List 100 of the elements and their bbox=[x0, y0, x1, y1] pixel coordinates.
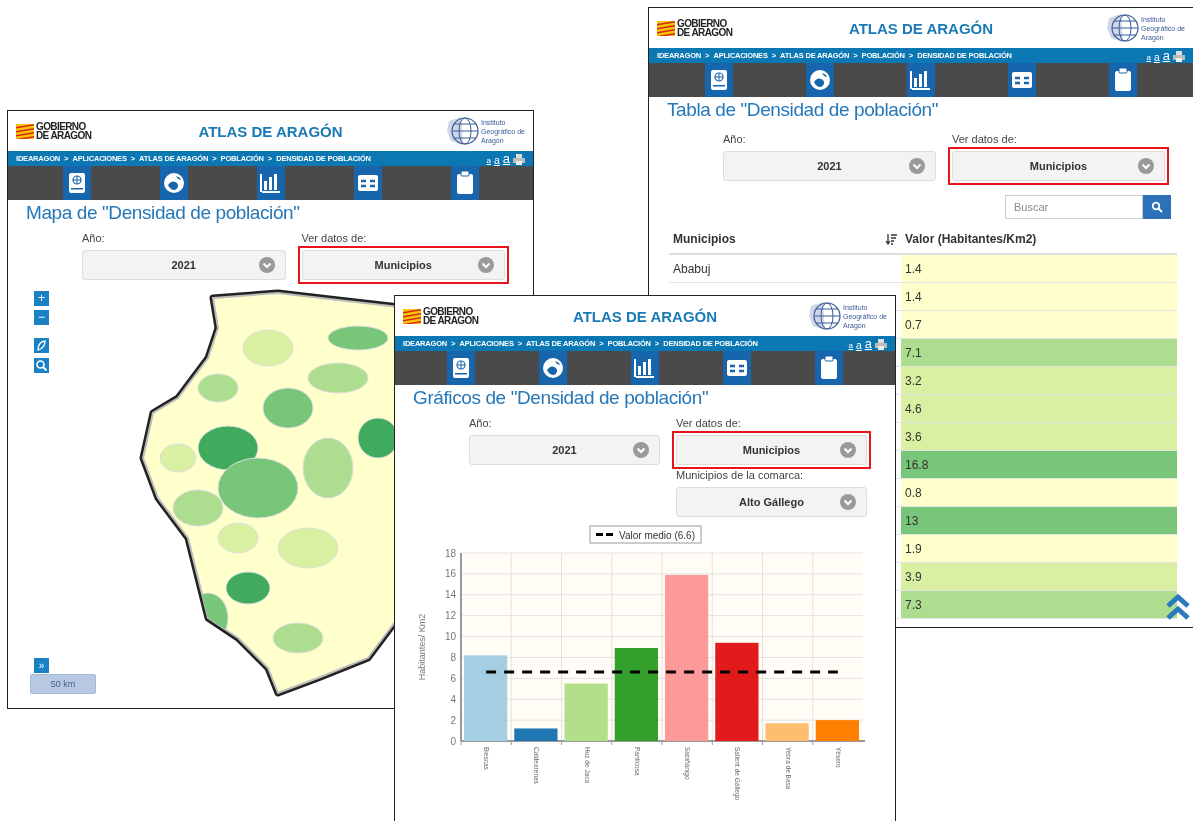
table-cell: 4.6 bbox=[901, 394, 1177, 423]
font-size-link[interactable]: a bbox=[848, 342, 853, 350]
page-title: Tabla de "Densidad de población" bbox=[667, 99, 940, 121]
scale-bar: 50 km bbox=[30, 674, 96, 694]
toolbar-button[interactable] bbox=[256, 166, 285, 200]
legend-label: Valor medio (6.6) bbox=[619, 529, 695, 541]
table-cell: 1.4 bbox=[901, 282, 1177, 311]
field-label: Año: bbox=[82, 232, 106, 244]
search-field[interactable]: Buscar bbox=[1005, 195, 1143, 219]
toolbar-button[interactable] bbox=[631, 351, 659, 385]
data-level-dropdown[interactable]: Municipios bbox=[301, 250, 505, 280]
y-tick-label: 18 bbox=[444, 547, 456, 559]
table-cell: 1.9 bbox=[901, 534, 1177, 563]
field-label: Año: bbox=[723, 133, 747, 145]
government-logo-text: GOBIERNO DE ARAGON bbox=[36, 122, 92, 140]
globe-logo-icon bbox=[807, 300, 841, 332]
chevron-down-icon bbox=[840, 494, 856, 510]
table-cell: 0.8 bbox=[901, 478, 1177, 507]
legend-dash-icon bbox=[596, 533, 615, 536]
font-size-link[interactable]: a bbox=[1146, 54, 1151, 62]
field-label: Ver datos de: bbox=[952, 133, 1018, 145]
toolbar-button[interactable] bbox=[1007, 63, 1036, 97]
font-size-link[interactable]: a bbox=[1153, 51, 1160, 62]
search-icon bbox=[1151, 201, 1163, 213]
y-tick-label: 6 bbox=[450, 672, 456, 684]
site-title: ATLAS DE ARAGÓN bbox=[848, 19, 994, 37]
page-title: Gráficos de "Densidad de población" bbox=[413, 387, 710, 409]
scroll-to-top-icon[interactable] bbox=[1165, 592, 1191, 622]
y-tick-label: 4 bbox=[450, 693, 456, 705]
year-dropdown[interactable]: 2021 bbox=[82, 250, 286, 280]
table-cell: 7.1 bbox=[901, 338, 1177, 367]
print-icon[interactable] bbox=[513, 154, 525, 165]
table-cell: 13 bbox=[901, 506, 1177, 535]
chevron-down-icon bbox=[840, 442, 856, 458]
y-tick-label: 0 bbox=[450, 735, 456, 747]
page-title: Mapa de "Densidad de población" bbox=[26, 202, 301, 224]
font-size-link[interactable]: a bbox=[1162, 49, 1170, 62]
sort-icon[interactable] bbox=[885, 233, 897, 245]
font-size-link[interactable]: a bbox=[502, 152, 510, 165]
data-level-dropdown[interactable]: Municipios bbox=[676, 435, 867, 465]
table-cell: 1.4 bbox=[901, 254, 1177, 283]
y-axis-title: Habitantes/ Km2 bbox=[417, 613, 427, 681]
site-title: ATLAS DE ARAGÓN bbox=[572, 307, 718, 325]
field-label: Ver datos de: bbox=[301, 232, 368, 244]
toolbar-button[interactable] bbox=[806, 63, 835, 97]
comarca-dropdown[interactable]: Alto Gállego bbox=[676, 487, 867, 517]
chevron-down-icon bbox=[1138, 158, 1154, 174]
table-cell: 3.2 bbox=[901, 366, 1177, 395]
table-cell: 3.9 bbox=[901, 562, 1177, 591]
flag-logo-icon bbox=[16, 123, 34, 139]
y-tick-label: 8 bbox=[450, 651, 456, 663]
globe-logo-icon bbox=[1105, 12, 1139, 44]
year-dropdown[interactable]: 2021 bbox=[469, 435, 660, 465]
toolbar-button[interactable] bbox=[705, 63, 734, 97]
toolbar-button[interactable] bbox=[723, 351, 751, 385]
chevron-down-icon bbox=[909, 158, 925, 174]
table-cell: 7.3 bbox=[901, 590, 1177, 619]
table-cell: 16.8 bbox=[901, 450, 1177, 479]
y-tick-label: 16 bbox=[444, 568, 456, 580]
print-icon[interactable] bbox=[1173, 51, 1185, 62]
chevron-down-icon bbox=[258, 257, 275, 273]
toolbar-button[interactable] bbox=[447, 351, 475, 385]
field-label: Ver datos de: bbox=[676, 417, 742, 429]
toolbar-button[interactable] bbox=[539, 351, 567, 385]
chevron-down-icon bbox=[633, 442, 649, 458]
table-cell: 3.6 bbox=[901, 422, 1177, 451]
font-size-link[interactable]: a bbox=[864, 337, 872, 350]
toolbar-button[interactable] bbox=[159, 166, 188, 200]
flag-logo-icon bbox=[657, 20, 675, 36]
table-cell: 0.7 bbox=[901, 310, 1177, 339]
print-icon[interactable] bbox=[875, 339, 887, 350]
toolbar-button[interactable] bbox=[907, 63, 935, 97]
flag-logo-icon bbox=[403, 308, 421, 324]
font-size-link[interactable]: a bbox=[855, 339, 862, 350]
font-size-link[interactable]: a bbox=[493, 154, 500, 165]
zoom-out-button[interactable]: − bbox=[34, 310, 49, 325]
y-tick-label: 14 bbox=[444, 589, 456, 601]
government-logo-text: GOBIERNO DE ARAGON bbox=[423, 307, 479, 325]
column-header[interactable]: Municipios bbox=[673, 232, 736, 246]
leaf-icon[interactable] bbox=[34, 338, 49, 353]
font-size-link[interactable]: a bbox=[486, 157, 491, 165]
site-title: ATLAS DE ARAGÓN bbox=[198, 122, 343, 140]
toolbar-button[interactable] bbox=[815, 351, 843, 385]
field-label: Municipios de la comarca: bbox=[676, 469, 805, 481]
toolbar-button[interactable] bbox=[450, 166, 479, 200]
toolbar-button[interactable] bbox=[353, 166, 382, 200]
toolbar-button[interactable] bbox=[62, 166, 91, 200]
globe-logo-icon bbox=[445, 115, 479, 147]
expand-button[interactable]: » bbox=[34, 658, 49, 673]
zoom-in-button[interactable]: + bbox=[34, 291, 49, 306]
search-icon[interactable] bbox=[34, 358, 49, 373]
y-tick-label: 12 bbox=[444, 610, 456, 622]
field-label: Año: bbox=[469, 417, 493, 429]
search-button[interactable] bbox=[1143, 195, 1171, 219]
government-logo-text: GOBIERNO DE ARAGON bbox=[677, 19, 733, 37]
data-level-dropdown[interactable]: Municipios bbox=[952, 151, 1165, 181]
toolbar-button[interactable] bbox=[1108, 63, 1137, 97]
chevron-down-icon bbox=[478, 257, 494, 273]
year-dropdown[interactable]: 2021 bbox=[723, 151, 936, 181]
y-tick-label: 10 bbox=[444, 631, 456, 643]
